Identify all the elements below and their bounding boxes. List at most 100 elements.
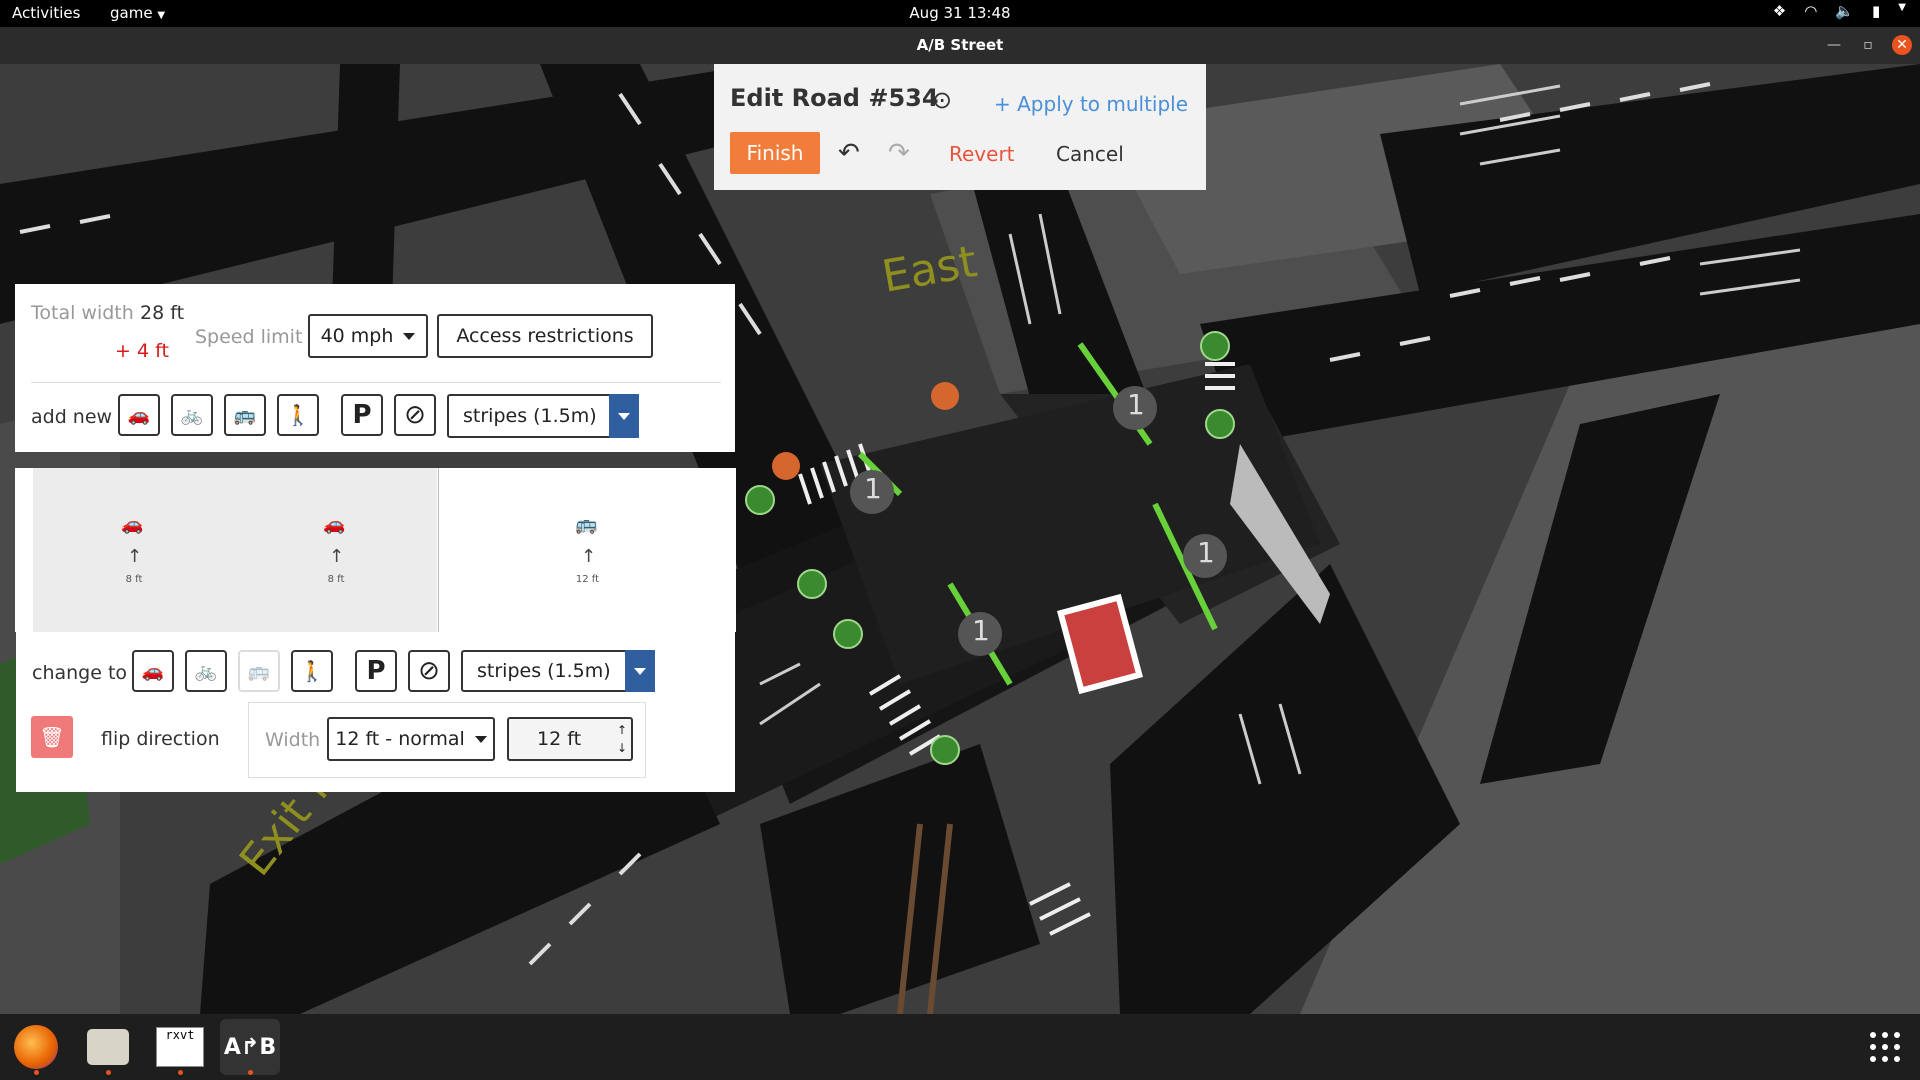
car-icon: 🚗	[121, 514, 144, 535]
arrow-up-icon: ↑	[127, 546, 143, 567]
add-new-label: add new	[31, 406, 113, 428]
show-apps-grid-icon[interactable]	[1870, 1032, 1900, 1062]
redo-icon: ↷	[888, 138, 910, 168]
abstreet-icon: A↱B	[223, 1034, 277, 1060]
running-indicator	[34, 1070, 39, 1075]
terminal-launcher[interactable]: rxvt	[150, 1019, 210, 1075]
car-icon: 🚗	[127, 404, 151, 426]
total-width-value: 28 ft	[140, 302, 185, 324]
bike-icon: 🚲	[194, 660, 218, 682]
chevron-down-icon	[474, 735, 487, 743]
add-bike-lane-button[interactable]: 🚲	[171, 394, 213, 436]
locate-icon[interactable]: ⊙	[932, 86, 952, 114]
app-menu-label: game	[110, 4, 153, 22]
app-menu[interactable]: game ▼	[110, 4, 165, 22]
arrow-up-icon: ↑	[329, 546, 345, 567]
width-preset-dropdown[interactable]: 12 ft - normal	[327, 717, 495, 761]
panel-title: Edit Road #534	[730, 84, 939, 112]
width-label: Width	[265, 729, 321, 751]
buffer-type-value: stripes (1.5m)	[463, 405, 597, 427]
add-sidewalk-button[interactable]: 🚶	[277, 394, 319, 436]
flip-direction-button[interactable]: flip direction	[101, 728, 220, 750]
dock: rxvt A↱B	[0, 1014, 1920, 1080]
firefox-icon	[14, 1025, 58, 1069]
volume-icon[interactable]: 🔈	[1835, 2, 1854, 20]
firefox-launcher[interactable]	[6, 1019, 66, 1075]
lane-card-selected[interactable]: 🚌 ↑ 12 ft	[438, 468, 736, 632]
access-restrictions-label: Access restrictions	[456, 325, 634, 347]
width-stepper[interactable]: 12 ft ↑ ↓	[507, 717, 633, 761]
revert-button[interactable]: Revert	[949, 142, 1015, 166]
bus-icon: 🚌	[247, 660, 271, 682]
system-tray[interactable]: ❖ ◠ 🔈 ▮ ▼	[1773, 2, 1906, 20]
terminal-label: rxvt	[165, 1028, 195, 1042]
maximize-icon[interactable]: ▫	[1858, 35, 1878, 55]
width-value: 12 ft	[537, 728, 582, 750]
activities-button[interactable]: Activities	[12, 4, 80, 22]
speed-limit-value: 40 mph	[320, 325, 394, 347]
add-bus-lane-button[interactable]: 🚌	[224, 394, 266, 436]
speed-limit-dropdown[interactable]: 40 mph	[308, 314, 428, 358]
lane-strip: 🚗 ↑ 8 ft 🚗 ↑ 8 ft 🚌 ↑ 12 ft	[15, 468, 736, 632]
bike-icon: 🚲	[180, 404, 204, 426]
minimize-icon[interactable]: —	[1824, 35, 1844, 55]
abstreet-launcher[interactable]: A↱B	[220, 1019, 280, 1075]
terminal-icon: rxvt	[156, 1027, 204, 1067]
pedestrian-icon: 🚶	[285, 403, 311, 427]
car-icon: 🚗	[323, 514, 346, 535]
blocked-icon: ⊘	[418, 656, 440, 686]
lane-width-label: 8 ft	[125, 574, 143, 585]
clock[interactable]: Aug 31 13:48	[0, 4, 1920, 22]
finish-button-label: Finish	[746, 141, 804, 165]
bus-icon: 🚌	[233, 404, 257, 426]
change-to-sidewalk-button[interactable]: 🚶	[291, 650, 333, 692]
chevron-down-icon[interactable]	[625, 650, 655, 692]
chevron-down-icon: ▼	[157, 10, 166, 21]
buffer-type-value: stripes (1.5m)	[477, 660, 611, 682]
trash-icon: 🗑	[39, 725, 65, 749]
delete-lane-button[interactable]: 🗑	[31, 716, 73, 758]
lane-card[interactable]: 🚗 ↑ 8 ft	[235, 468, 437, 632]
parking-icon: P	[366, 656, 386, 686]
signal-number: 1	[972, 614, 990, 647]
cancel-button[interactable]: Cancel	[1056, 142, 1124, 166]
signal-number: 1	[1127, 388, 1145, 421]
add-driving-lane-button[interactable]: 🚗	[118, 394, 160, 436]
edit-road-panel: Edit Road #534 ⊙ + Apply to multiple Fin…	[714, 64, 1206, 190]
stepper-arrows-icon[interactable]: ↑ ↓	[617, 721, 627, 757]
dropbox-icon[interactable]: ❖	[1773, 2, 1786, 20]
change-to-bike-button[interactable]: 🚲	[185, 650, 227, 692]
pedestrian-icon: 🚶	[299, 659, 325, 683]
system-menu-chevron-icon[interactable]: ▼	[1898, 2, 1906, 20]
road-properties-panel: Total width 28 ft + 4 ft Speed limit 40 …	[15, 284, 735, 452]
change-to-parking-button[interactable]: P	[355, 650, 397, 692]
close-icon[interactable]: ✕	[1892, 35, 1912, 55]
width-preset-value: 12 ft - normal	[335, 728, 465, 750]
apply-to-multiple-link[interactable]: + Apply to multiple	[994, 92, 1188, 116]
add-construction-button[interactable]: ⊘	[394, 394, 436, 436]
arrow-up-icon: ↑	[581, 546, 597, 567]
speed-limit-label: Speed limit	[195, 326, 303, 348]
parking-icon: P	[352, 400, 372, 430]
add-parking-lane-button[interactable]: P	[341, 394, 383, 436]
access-restrictions-button[interactable]: Access restrictions	[437, 314, 653, 358]
change-to-driving-button[interactable]: 🚗	[132, 650, 174, 692]
battery-icon[interactable]: ▮	[1872, 2, 1880, 20]
lane-card[interactable]: 🚗 ↑ 8 ft	[33, 468, 236, 632]
signal-number: 1	[1197, 536, 1215, 569]
wifi-icon[interactable]: ◠	[1804, 2, 1817, 20]
lane-width-label: 12 ft	[575, 574, 600, 585]
system-top-bar: Activities game ▼ Aug 31 13:48 ❖ ◠ 🔈 ▮ ▼	[0, 0, 1920, 27]
undo-icon[interactable]: ↶	[838, 138, 860, 168]
bus-icon: 🚌	[575, 514, 598, 535]
change-to-construction-button[interactable]: ⊘	[408, 650, 450, 692]
window-title-bar: A/B Street — ▫ ✕	[0, 27, 1920, 64]
chevron-down-icon[interactable]	[609, 394, 639, 438]
signal-number: 1	[864, 472, 882, 505]
chevron-down-icon	[403, 332, 416, 340]
car-icon: 🚗	[141, 660, 165, 682]
change-to-label: change to	[32, 662, 128, 684]
window-title: A/B Street	[916, 36, 1004, 54]
files-launcher[interactable]	[78, 1019, 138, 1075]
finish-button[interactable]: Finish	[730, 132, 820, 174]
